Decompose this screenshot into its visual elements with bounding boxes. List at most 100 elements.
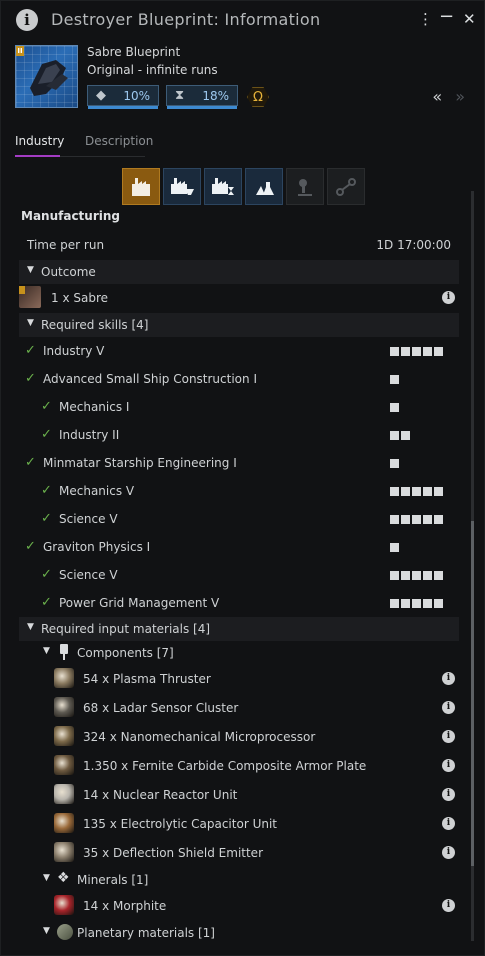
- skill-level-indicator: [390, 429, 412, 440]
- skill-name: Science V: [59, 568, 118, 582]
- material-row[interactable]: 54 x Plasma Thruster i: [19, 667, 459, 691]
- material-row[interactable]: 1.350 x Fernite Carbide Composite Armor …: [19, 754, 459, 778]
- checkmark-icon: ✓: [25, 455, 36, 470]
- material-row[interactable]: 35 x Deflection Shield Emitter i: [19, 841, 459, 865]
- skill-level-indicator: [390, 513, 445, 524]
- scrollbar-thumb[interactable]: [471, 521, 474, 866]
- manufacturing-icon[interactable]: [122, 168, 160, 205]
- time-per-run-value: 1D 17:00:00: [376, 238, 451, 252]
- material-row[interactable]: 68 x Ladar Sensor Cluster i: [19, 696, 459, 720]
- sensor-cluster-icon: [54, 697, 74, 717]
- skill-level-pip: [401, 515, 410, 524]
- tab-industry[interactable]: Industry: [15, 134, 64, 148]
- sabre-ship-icon: [19, 286, 41, 308]
- material-row[interactable]: 135 x Electrolytic Capacitor Unit i: [19, 812, 459, 836]
- microprocessor-icon: [54, 726, 74, 746]
- info-icon[interactable]: i: [442, 759, 455, 772]
- info-icon[interactable]: i: [442, 899, 455, 912]
- skill-row[interactable]: ✓ Science V: [19, 507, 459, 531]
- skill-level-pip: [390, 375, 399, 384]
- checkmark-icon: ✓: [25, 539, 36, 554]
- blueprint-image[interactable]: II: [15, 45, 78, 108]
- tab-description[interactable]: Description: [85, 134, 153, 148]
- components-label: Components [7]: [77, 646, 174, 660]
- close-icon[interactable]: ✕: [463, 10, 476, 28]
- outcome-item[interactable]: 1 x Sabre i: [19, 286, 459, 310]
- scrollbar[interactable]: [471, 191, 474, 941]
- material-row[interactable]: 14 x Morphite i: [19, 894, 459, 918]
- history-nav: « »: [432, 87, 465, 106]
- caret-down-icon: ▼: [43, 646, 50, 656]
- material-efficiency-bar: [88, 106, 158, 109]
- research-material-icon[interactable]: [163, 168, 201, 205]
- checkmark-icon: ✓: [41, 427, 52, 442]
- title-bar[interactable]: i Destroyer Blueprint: Information ⋮ − ✕: [1, 1, 485, 39]
- skill-level-indicator: [390, 485, 445, 496]
- material-name: 135 x Electrolytic Capacitor Unit: [83, 817, 277, 831]
- info-icon[interactable]: i: [442, 701, 455, 714]
- info-icon[interactable]: i: [16, 9, 38, 31]
- skill-name: Graviton Physics I: [43, 540, 151, 554]
- time-per-run-row: Time per run 1D 17:00:00: [19, 233, 459, 257]
- skill-row[interactable]: ✓ Industry V: [19, 339, 459, 363]
- material-row[interactable]: 324 x Nanomechanical Microprocessor i: [19, 725, 459, 749]
- skill-level-pip: [423, 347, 432, 356]
- more-icon[interactable]: ⋮: [418, 10, 433, 28]
- planetary-header[interactable]: ▼ Planetary materials [1]: [19, 921, 459, 945]
- info-icon[interactable]: i: [442, 788, 455, 801]
- info-icon[interactable]: i: [442, 291, 455, 304]
- info-icon[interactable]: i: [442, 846, 455, 859]
- skill-level-pip: [401, 571, 410, 580]
- caret-down-icon: ▼: [27, 318, 34, 328]
- skill-level-indicator: [390, 345, 445, 356]
- forward-icon[interactable]: »: [455, 87, 465, 106]
- skill-row[interactable]: ✓ Mechanics V: [19, 479, 459, 503]
- info-icon[interactable]: i: [442, 672, 455, 685]
- skill-level-pip: [423, 515, 432, 524]
- skill-row[interactable]: ✓ Mechanics I: [19, 395, 459, 419]
- skill-level-pip: [401, 599, 410, 608]
- skill-row[interactable]: ✓ Advanced Small Ship Construction I: [19, 367, 459, 391]
- copying-icon[interactable]: [245, 168, 283, 205]
- skills-label: Required skills [4]: [41, 318, 149, 332]
- skill-row[interactable]: ✓ Graviton Physics I: [19, 535, 459, 559]
- industry-window: i Destroyer Blueprint: Information ⋮ − ✕…: [0, 0, 485, 956]
- omega-icon[interactable]: Ω: [247, 87, 269, 107]
- checkmark-icon: ✓: [41, 399, 52, 414]
- material-name: 14 x Nuclear Reactor Unit: [83, 788, 238, 802]
- back-icon[interactable]: «: [432, 87, 442, 106]
- info-icon[interactable]: i: [442, 817, 455, 830]
- blueprint-header: II Sabre Blueprint Original - infinite r…: [15, 45, 475, 117]
- blueprint-name: Sabre Blueprint: [87, 45, 181, 59]
- skill-level-pip: [390, 515, 399, 524]
- info-icon[interactable]: i: [442, 730, 455, 743]
- caret-down-icon: ▼: [27, 265, 34, 275]
- skill-row[interactable]: ✓ Minmatar Starship Engineering I: [19, 451, 459, 475]
- skill-level-pip: [412, 487, 421, 496]
- material-row[interactable]: 14 x Nuclear Reactor Unit i: [19, 783, 459, 807]
- minimize-icon[interactable]: −: [439, 8, 454, 26]
- skill-row[interactable]: ✓ Science V: [19, 563, 459, 587]
- outcome-header[interactable]: ▼ Outcome: [19, 260, 459, 284]
- time-efficiency-bar: [167, 106, 237, 109]
- material-name: 324 x Nanomechanical Microprocessor: [83, 730, 316, 744]
- skill-level-pip: [390, 571, 399, 580]
- skill-level-pip: [401, 487, 410, 496]
- minerals-header[interactable]: ▼ ❖ Minerals [1]: [19, 868, 459, 892]
- skill-level-pip: [423, 571, 432, 580]
- material-efficiency[interactable]: ◆ 10%: [87, 85, 159, 109]
- armor-plate-icon: [54, 755, 74, 775]
- skill-row[interactable]: ✓ Industry II: [19, 423, 459, 447]
- blueprint-runs: Original - infinite runs: [87, 63, 218, 77]
- skill-level-pip: [434, 571, 443, 580]
- mineral-icon: ❖: [57, 870, 70, 886]
- time-efficiency[interactable]: ⧗ 18%: [166, 85, 238, 109]
- skill-level-pip: [390, 487, 399, 496]
- checkmark-icon: ✓: [41, 511, 52, 526]
- skills-header[interactable]: ▼ Required skills [4]: [19, 313, 459, 337]
- gem-icon: ◆: [96, 88, 106, 103]
- research-time-icon[interactable]: [204, 168, 242, 205]
- skill-row[interactable]: ✓ Power Grid Management V: [19, 591, 459, 615]
- components-header[interactable]: ▼ Components [7]: [19, 641, 459, 665]
- materials-header[interactable]: ▼ Required input materials [4]: [19, 617, 459, 641]
